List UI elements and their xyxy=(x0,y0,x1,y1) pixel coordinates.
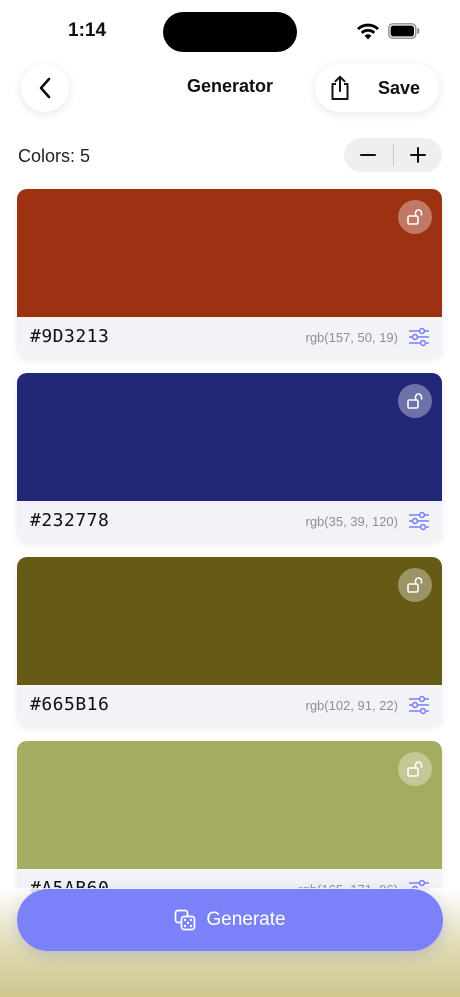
wifi-icon xyxy=(357,23,379,40)
share-button[interactable] xyxy=(315,64,365,112)
unlock-icon xyxy=(407,209,423,225)
unlock-icon xyxy=(407,393,423,409)
status-time: 1:14 xyxy=(68,20,107,41)
colors-count-label: Colors: 5 xyxy=(18,146,91,166)
dynamic-island xyxy=(163,12,297,52)
color-swatch[interactable] xyxy=(17,741,442,869)
color-swatch[interactable] xyxy=(17,557,442,685)
hex-value[interactable]: #665B16 xyxy=(30,694,109,715)
nav-bar: Generator Save xyxy=(0,62,460,118)
generate-label: Generate xyxy=(206,909,286,930)
color-swatch[interactable] xyxy=(17,189,442,317)
color-card[interactable]: #665B16 rgb(102, 91, 22) xyxy=(17,557,442,725)
rgb-value: rgb(35, 39, 120) xyxy=(305,514,398,529)
color-card[interactable]: #A5AB60 rgb(165, 171, 96) xyxy=(17,741,442,909)
generate-button[interactable]: Generate xyxy=(17,889,443,951)
color-card[interactable]: #9D3213 rgb(157, 50, 19) xyxy=(17,189,442,357)
color-card-footer: #232778 rgb(35, 39, 120) xyxy=(17,501,442,541)
unlock-icon xyxy=(407,761,423,777)
lock-toggle[interactable] xyxy=(398,200,432,234)
minus-icon xyxy=(360,154,377,156)
color-swatch[interactable] xyxy=(17,373,442,501)
color-card-footer: #9D3213 rgb(157, 50, 19) xyxy=(17,317,442,357)
lock-toggle[interactable] xyxy=(398,384,432,418)
share-icon xyxy=(331,75,349,100)
decrement-button[interactable] xyxy=(344,138,393,172)
dice-icon xyxy=(175,909,196,931)
status-bar: 1:14 xyxy=(0,0,460,62)
lock-toggle[interactable] xyxy=(398,568,432,602)
color-card-footer: #665B16 rgb(102, 91, 22) xyxy=(17,685,442,725)
unlock-icon xyxy=(407,577,423,593)
rgb-value: rgb(157, 50, 19) xyxy=(305,330,398,345)
nav-actions: Save xyxy=(315,64,439,112)
sliders-icon[interactable] xyxy=(408,511,430,531)
sliders-icon[interactable] xyxy=(408,695,430,715)
increment-button[interactable] xyxy=(393,138,442,172)
plus-icon xyxy=(409,147,426,163)
colors-stepper xyxy=(344,138,442,172)
colors-count-row: Colors: 5 xyxy=(18,138,442,174)
save-button[interactable]: Save xyxy=(365,78,439,99)
sliders-icon[interactable] xyxy=(408,327,430,347)
hex-value[interactable]: #9D3213 xyxy=(30,326,109,347)
lock-toggle[interactable] xyxy=(398,752,432,786)
rgb-value: rgb(102, 91, 22) xyxy=(305,698,398,713)
battery-icon xyxy=(388,23,420,39)
color-card[interactable]: #232778 rgb(35, 39, 120) xyxy=(17,373,442,541)
hex-value[interactable]: #232778 xyxy=(30,510,109,531)
